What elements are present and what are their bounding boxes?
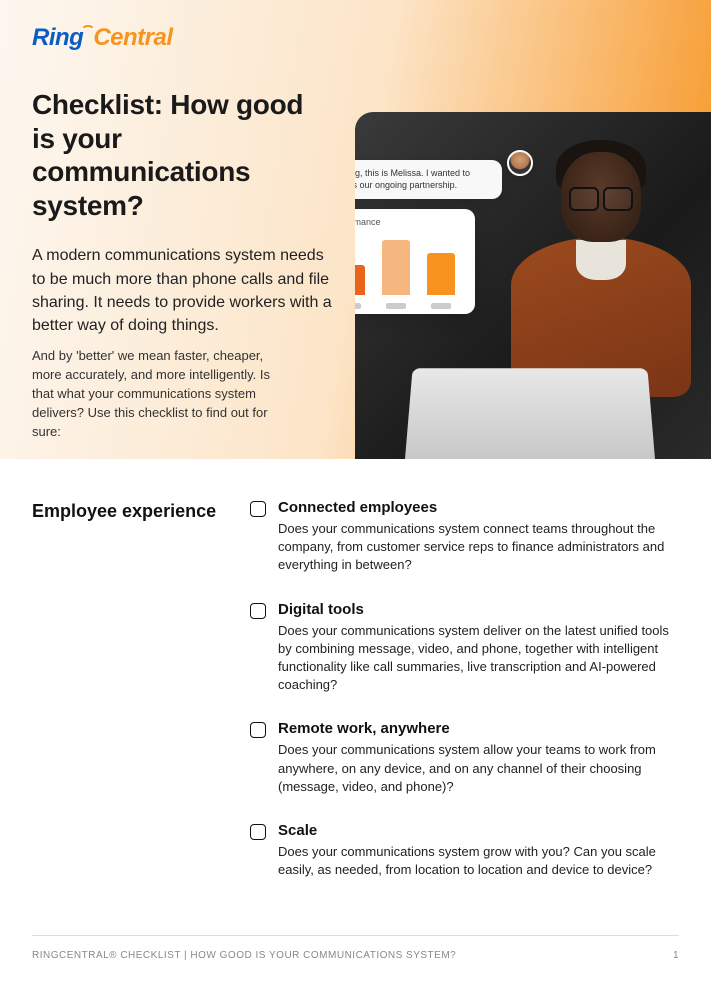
list-item: Digital tools Does your communications s… (250, 601, 679, 695)
list-item: Scale Does your communications system gr… (250, 822, 679, 879)
performance-card: Performance (355, 209, 475, 314)
logo-part-central: Central (93, 24, 172, 51)
page-number: 1 (673, 950, 679, 961)
list-item: Connected employees Does your communicat… (250, 499, 679, 575)
section-heading: Employee experience (32, 499, 230, 905)
avatar (507, 150, 533, 176)
performance-card-title: Performance (355, 217, 463, 227)
item-description: Does your communications system connect … (278, 520, 679, 575)
hero-image: Hi Irving, this is Melissa. I wanted to … (355, 112, 711, 459)
chat-bubble: Hi Irving, this is Melissa. I wanted to … (355, 160, 502, 199)
checkbox[interactable] (250, 501, 266, 517)
page-footer: RINGCENTRAL® CHECKLIST | HOW GOOD IS YOU… (32, 935, 679, 985)
list-item: Remote work, anywhere Does your communic… (250, 720, 679, 796)
hero-section: Ring Central Checklist: How good is your … (0, 0, 711, 459)
content-section: Employee experience Connected employees … (0, 459, 711, 925)
logo-part-ring: Ring (32, 24, 83, 51)
wifi-icon (81, 25, 91, 35)
checklist-items: Connected employees Does your communicat… (250, 499, 679, 905)
page-title: Checklist: How good is your communicatio… (32, 88, 332, 222)
checkbox[interactable] (250, 824, 266, 840)
item-title: Scale (278, 822, 679, 839)
checklist-section: Employee experience Connected employees … (32, 499, 679, 905)
person-graphic (471, 122, 691, 382)
hero-sub-paragraph: And by 'better' we mean faster, cheaper,… (32, 347, 292, 441)
bar-2 (382, 240, 410, 295)
checkbox[interactable] (250, 603, 266, 619)
laptop-graphic (405, 368, 655, 459)
item-description: Does your communications system grow wit… (278, 843, 679, 879)
bar-1 (355, 265, 365, 295)
footer-text: RINGCENTRAL® CHECKLIST | HOW GOOD IS YOU… (32, 950, 456, 961)
performance-bars (355, 235, 463, 295)
item-title: Connected employees (278, 499, 679, 516)
hero-text-block: Checklist: How good is your communicatio… (32, 88, 332, 441)
checkbox[interactable] (250, 722, 266, 738)
item-title: Remote work, anywhere (278, 720, 679, 737)
item-description: Does your communications system allow yo… (278, 741, 679, 796)
bar-3 (427, 253, 455, 295)
hero-lead-paragraph: A modern communications system needs to … (32, 244, 332, 337)
brand-logo: Ring Central (32, 24, 711, 52)
item-title: Digital tools (278, 601, 679, 618)
item-description: Does your communications system deliver … (278, 622, 679, 695)
